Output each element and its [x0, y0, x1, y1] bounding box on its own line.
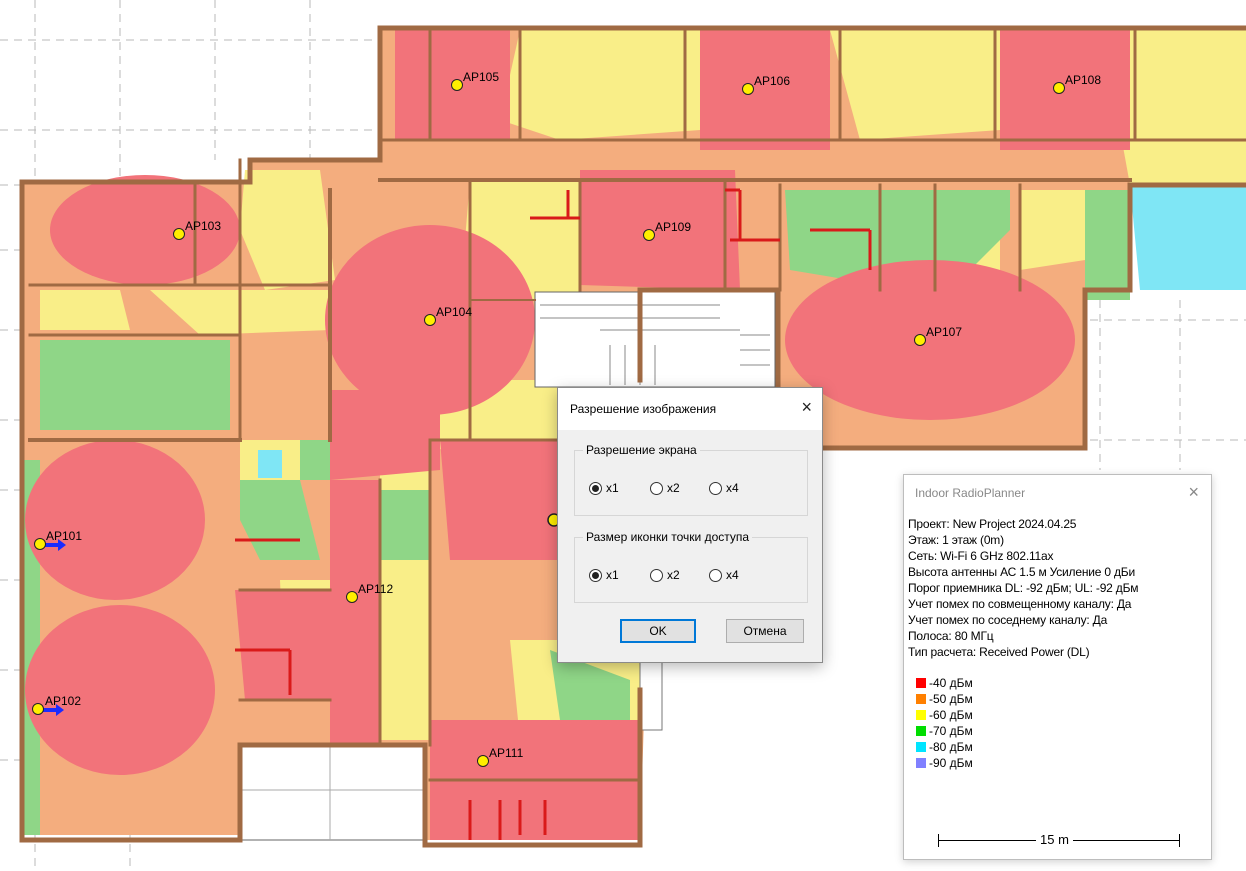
access-point-label: AP104	[436, 305, 473, 319]
ap-icon-size-group: Размер иконки точки доступа x1 x2 x4	[574, 530, 808, 603]
icon-size-x4-radio[interactable]: x4	[709, 568, 739, 582]
legend-swatch	[916, 758, 926, 768]
radio-selected-icon	[589, 481, 602, 495]
signal-legend: -40 дБм -50 дБм -60 дБм -70 дБм -80 дБм …	[916, 675, 973, 771]
scale-bar: 15 m	[938, 831, 1180, 851]
access-point-label: AP109	[655, 220, 692, 234]
radio-selected-icon	[589, 568, 602, 582]
access-point-marker-icon	[742, 83, 754, 95]
legend-swatch	[916, 678, 926, 688]
coverage-very-low	[1130, 185, 1246, 290]
icon-size-x2-radio[interactable]: x2	[650, 568, 680, 582]
image-resolution-dialog: Разрешение изображения × Разрешение экра…	[557, 387, 823, 663]
access-point-marker-icon	[914, 334, 926, 346]
scale-bar-label: 15 m	[1036, 832, 1073, 847]
legend-item: -70 дБм	[916, 723, 973, 739]
ap-icon-size-label: Размер иконки точки доступа	[583, 530, 753, 544]
access-point-marker-icon	[477, 755, 489, 767]
access-point-marker-icon	[451, 79, 463, 91]
info-line-calc-type: Тип расчета: Received Power (DL)	[908, 645, 1090, 659]
access-point-marker-icon	[173, 228, 185, 240]
legend-item: -50 дБм	[916, 691, 973, 707]
info-line-network: Сеть: Wi-Fi 6 GHz 802.11ax	[908, 549, 1054, 563]
legend-item: -80 дБм	[916, 739, 973, 755]
ok-button[interactable]: OK	[620, 619, 696, 643]
radio-empty-icon	[650, 481, 663, 495]
cancel-button[interactable]: Отмена	[726, 619, 804, 643]
legend-item: -60 дБм	[916, 707, 973, 723]
screen-resolution-label: Разрешение экрана	[583, 443, 700, 457]
screen-resolution-x1-radio[interactable]: x1	[589, 481, 619, 495]
access-point-label: AP107	[926, 325, 963, 339]
legend-swatch	[916, 742, 926, 752]
info-line-antenna: Высота антенны АС 1.5 м Усиление 0 дБи	[908, 565, 1135, 579]
legend-swatch	[916, 726, 926, 736]
access-point-marker-icon	[643, 229, 655, 241]
access-point-label: AP112	[358, 582, 394, 596]
info-panel: Indoor RadioPlanner × Проект: New Projec…	[903, 474, 1212, 860]
info-line-bandwidth: Полоса: 80 МГц	[908, 629, 994, 643]
close-icon[interactable]: ×	[1188, 482, 1199, 503]
info-line-adjacent: Учет помех по соседнему каналу: Да	[908, 613, 1108, 627]
radio-empty-icon	[709, 568, 722, 582]
access-point-label: AP108	[1065, 73, 1102, 87]
screen-resolution-x2-radio[interactable]: x2	[650, 481, 680, 495]
access-point-label: AP101	[46, 529, 83, 543]
access-point-marker-icon	[32, 703, 44, 715]
access-point-label: AP111	[489, 746, 524, 760]
access-point-label: AP103	[185, 219, 222, 233]
project-info-lines: Проект: New Project 2024.04.25 Этаж: 1 э…	[908, 516, 1139, 660]
access-point-marker-icon	[1053, 82, 1065, 94]
legend-swatch	[916, 710, 926, 720]
access-point-label: AP102	[45, 694, 82, 708]
access-point-marker-icon	[346, 591, 358, 603]
access-point-marker-icon	[424, 314, 436, 326]
dialog-titlebar: Разрешение изображения ×	[558, 388, 822, 430]
info-line-threshold: Порог приемника DL: -92 дБм; UL: -92 дБм	[908, 581, 1139, 595]
legend-item: -40 дБм	[916, 675, 973, 691]
screen-resolution-x4-radio[interactable]: x4	[709, 481, 739, 495]
info-line-floor: Этаж: 1 этаж (0m)	[908, 533, 1004, 547]
radio-empty-icon	[650, 568, 663, 582]
icon-size-x1-radio[interactable]: x1	[589, 568, 619, 582]
info-panel-title: Indoor RadioPlanner	[915, 486, 1026, 500]
legend-item: -90 дБм	[916, 755, 973, 771]
legend-swatch	[916, 694, 926, 704]
access-point-label: AP105	[463, 70, 500, 84]
dialog-title: Разрешение изображения	[570, 402, 717, 416]
access-point-marker-icon	[34, 538, 46, 550]
radio-empty-icon	[709, 481, 722, 495]
info-line-project: Проект: New Project 2024.04.25	[908, 517, 1077, 531]
close-icon[interactable]: ×	[801, 397, 812, 417]
info-line-cochannel: Учет помех по совмещенному каналу: Да	[908, 597, 1132, 611]
screen-resolution-group: Разрешение экрана x1 x2 x4	[574, 443, 808, 516]
access-point-label: AP106	[754, 74, 791, 88]
